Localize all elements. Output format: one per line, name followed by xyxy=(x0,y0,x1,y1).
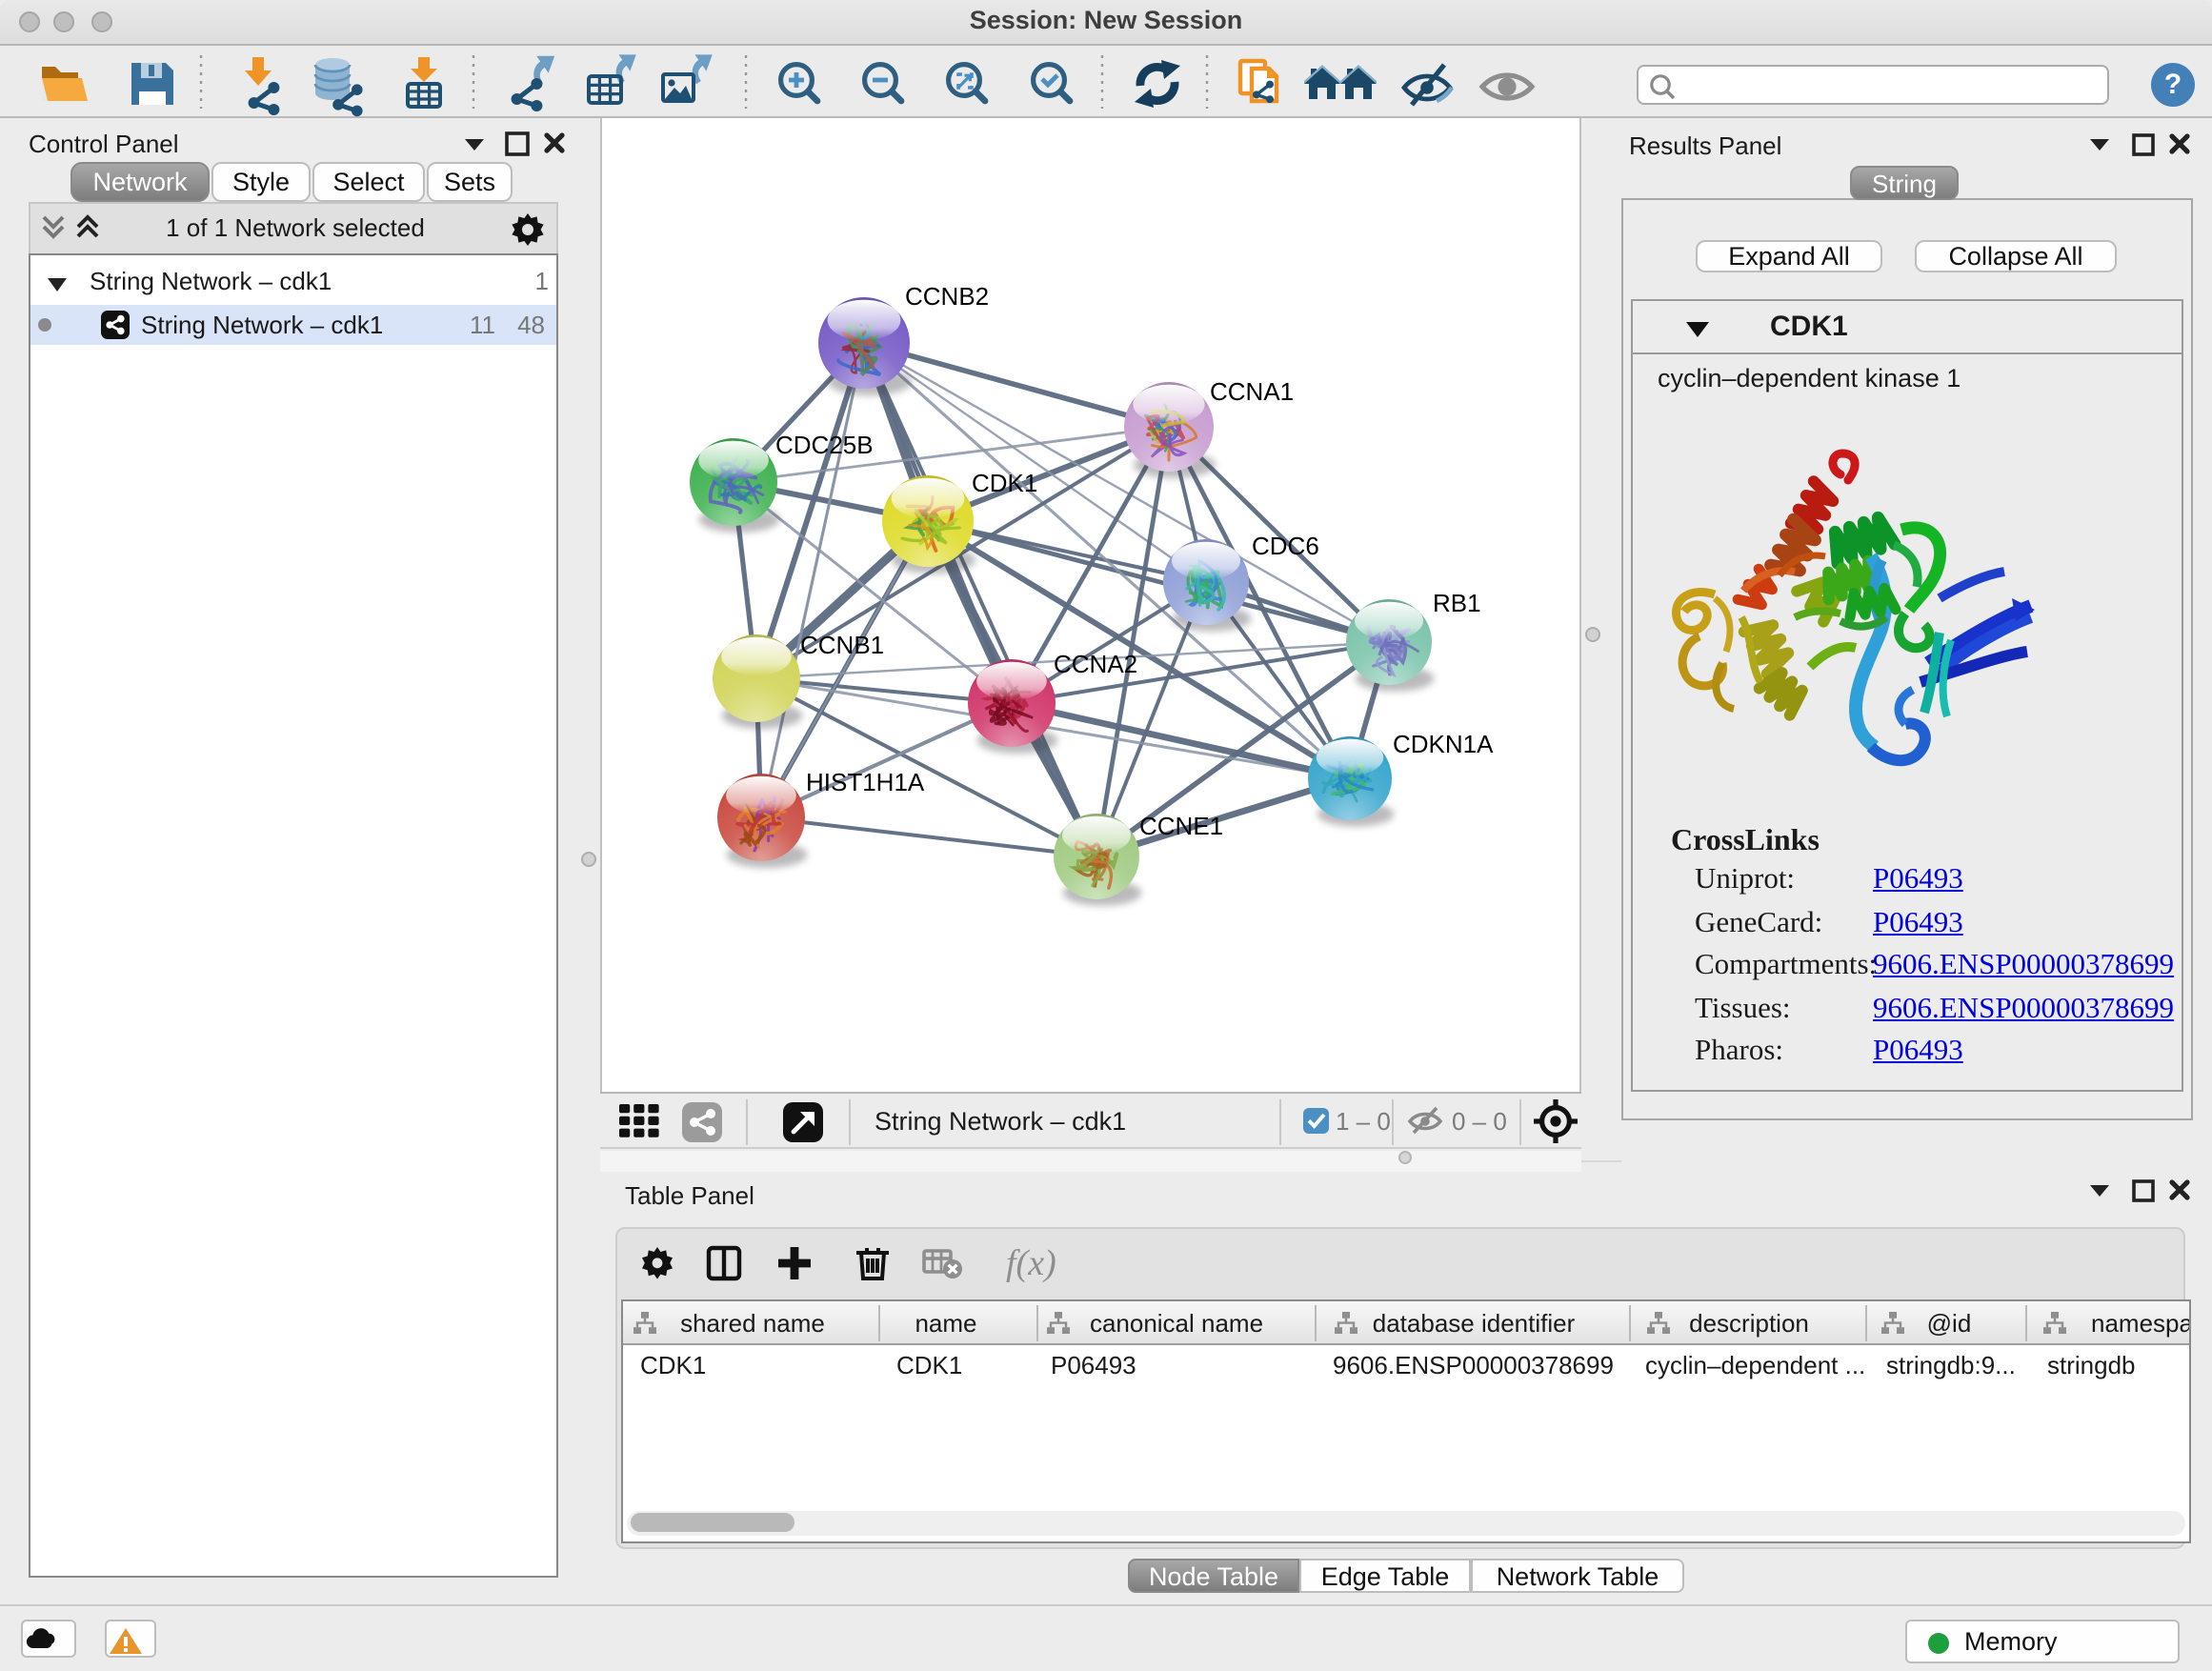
svg-text:CCNE1: CCNE1 xyxy=(1139,812,1223,840)
svg-text:f(x): f(x) xyxy=(1006,1243,1056,1283)
svg-text:CDKN1A: CDKN1A xyxy=(1393,730,1494,758)
svg-text:CDK1: CDK1 xyxy=(972,469,1037,497)
svg-text:RB1: RB1 xyxy=(1433,589,1481,617)
svg-text:HIST1H1A: HIST1H1A xyxy=(806,768,925,796)
svg-text:CCNB2: CCNB2 xyxy=(905,282,989,311)
svg-text:CDC6: CDC6 xyxy=(1252,532,1319,560)
svg-text:CCNA1: CCNA1 xyxy=(1210,377,1294,406)
svg-text:CCNA2: CCNA2 xyxy=(1054,650,1137,678)
svg-text:CDC25B: CDC25B xyxy=(775,431,874,459)
svg-text:CCNB1: CCNB1 xyxy=(800,631,884,659)
